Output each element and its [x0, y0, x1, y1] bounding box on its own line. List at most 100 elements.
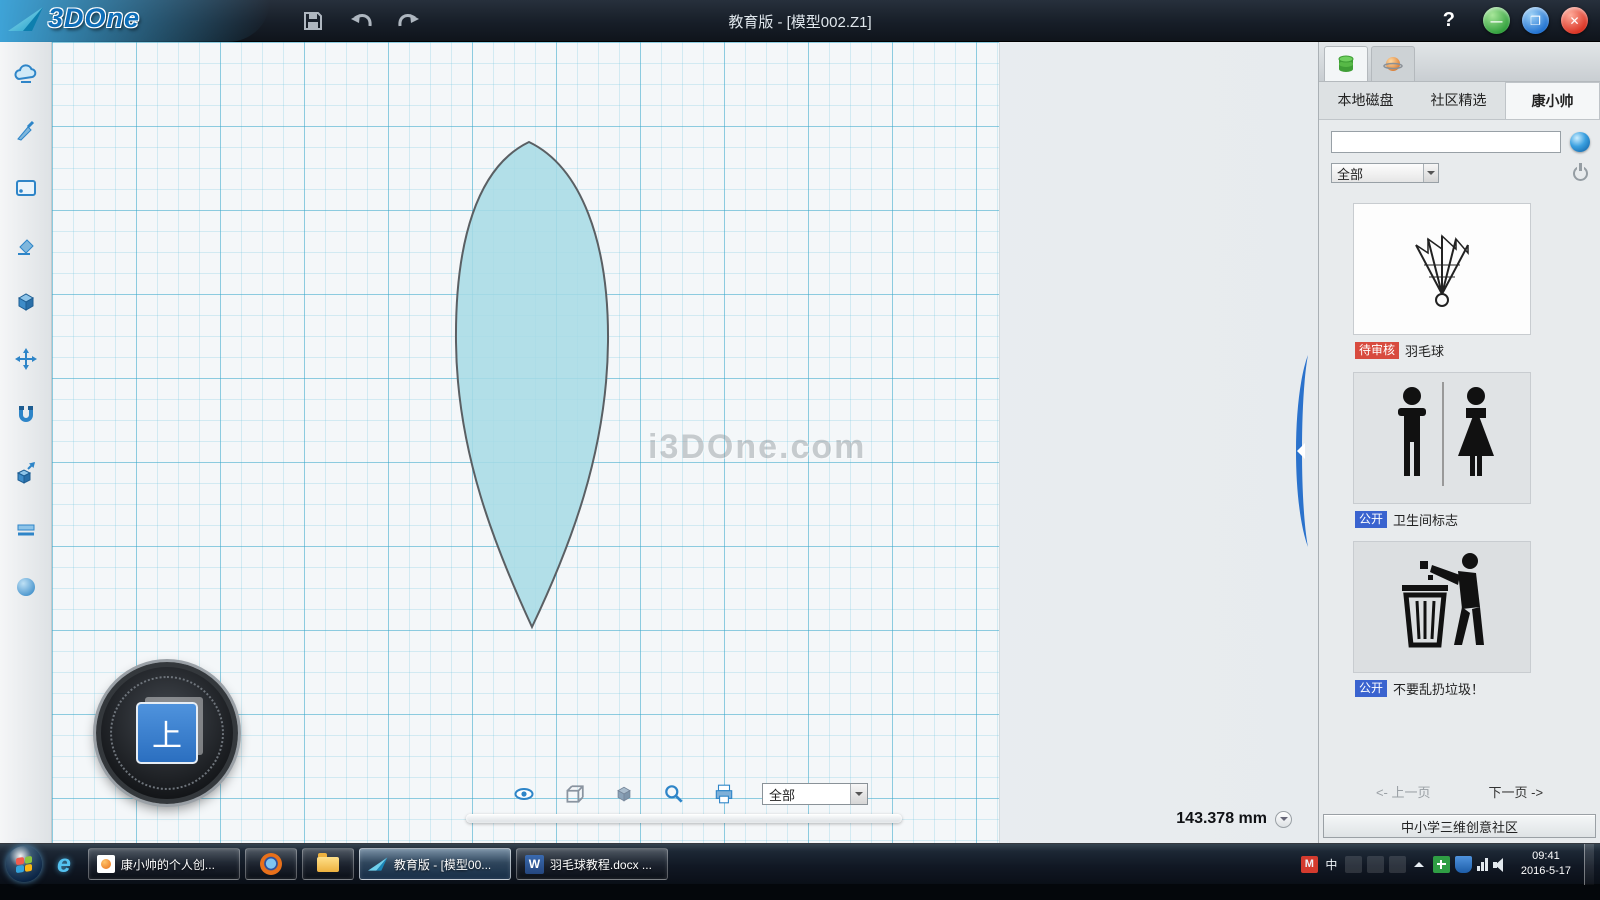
display-filter-select[interactable]: 全部 — [762, 783, 868, 805]
help-button[interactable]: ? — [1443, 9, 1455, 32]
taskbar-item-3done[interactable]: 教育版 - [模型00... — [359, 848, 511, 880]
viewport-canvas[interactable]: i3DOne.com 上 — [52, 42, 1318, 843]
magnifier-icon — [663, 783, 685, 805]
screen-bottom-strip — [0, 884, 1600, 900]
tray-icon[interactable] — [1367, 856, 1384, 873]
tool-magnet-button[interactable] — [9, 400, 43, 432]
paint-brush-icon — [13, 118, 39, 144]
view-cube-face-top[interactable]: 上 — [136, 702, 198, 764]
visibility-button[interactable] — [512, 782, 536, 806]
sphere-icon — [13, 574, 39, 600]
thumbnail-badminton[interactable] — [1353, 203, 1531, 335]
item-label[interactable]: 卫生间标志 — [1393, 510, 1458, 529]
save-button[interactable] — [300, 8, 326, 34]
next-page-button[interactable]: 下一页 -> — [1489, 782, 1544, 801]
sketch-plane-icon — [13, 175, 39, 201]
list-item[interactable]: 公开 不要乱扔垃圾！ — [1353, 541, 1600, 698]
print-button[interactable] — [712, 782, 736, 806]
tab-local-disk[interactable]: 本地磁盘 — [1319, 82, 1412, 119]
list-item[interactable]: 公开 卫生间标志 — [1353, 372, 1600, 529]
list-item[interactable]: 待审核 羽毛球 — [1353, 203, 1600, 360]
redo-button[interactable] — [396, 8, 422, 34]
taskbar-item-word[interactable]: W 羽毛球教程.docx ... — [516, 848, 668, 880]
show-desktop-button[interactable] — [1584, 844, 1594, 885]
eye-icon — [512, 784, 536, 804]
health-plus-tray-icon[interactable] — [1433, 856, 1450, 873]
close-button[interactable]: ✕ — [1561, 7, 1588, 34]
tray-icon[interactable] — [1345, 856, 1362, 873]
restroom-sign-image — [1354, 372, 1530, 504]
taskbar-item-explorer[interactable] — [302, 848, 354, 880]
thumbnail-no-litter[interactable] — [1353, 541, 1531, 673]
paper-plane-logo-icon — [8, 4, 44, 34]
screen: 3DOne 教育版 - [模型002. — [0, 0, 1600, 900]
start-button[interactable] — [6, 846, 42, 882]
filter-row: 全部 — [1319, 159, 1600, 191]
minimize-button[interactable]: — — [1483, 7, 1510, 34]
app-logo: 3DOne — [8, 3, 140, 34]
measurement-value: 143.378 mm — [1176, 810, 1267, 828]
network-icon[interactable] — [1477, 858, 1488, 871]
panel-icon-tabs — [1319, 42, 1600, 82]
item-label[interactable]: 羽毛球 — [1405, 341, 1444, 360]
tab-user[interactable]: 康小帅 — [1505, 82, 1600, 119]
tool-sketch-plane-button[interactable] — [9, 172, 43, 204]
move-arrows-icon — [13, 346, 39, 372]
community-link-button[interactable]: 中小学三维创意社区 — [1323, 814, 1596, 838]
tool-sphere-button[interactable] — [9, 571, 43, 603]
internet-explorer-button[interactable]: e — [57, 850, 71, 879]
taskbar-clock[interactable]: 09:41 2016-5-17 — [1521, 849, 1571, 879]
taskbar-item-firefox[interactable] — [245, 848, 297, 880]
watermark: i3DOne.com — [648, 428, 866, 467]
clock-time: 09:41 — [1521, 849, 1571, 864]
category-filter-value: 全部 — [1332, 164, 1423, 183]
tab-community-featured[interactable]: 社区精选 — [1412, 82, 1505, 119]
undo-button[interactable] — [348, 8, 374, 34]
item-label[interactable]: 不要乱扔垃圾！ — [1393, 679, 1484, 698]
shaded-view-button[interactable] — [612, 782, 636, 806]
security-shield-tray-icon[interactable] — [1455, 856, 1472, 873]
item-caption: 待审核 羽毛球 — [1355, 341, 1600, 360]
tool-extrude-button[interactable] — [9, 457, 43, 489]
tool-community-models-button[interactable] — [9, 58, 43, 90]
orange-ball-icon — [1382, 53, 1404, 75]
tab-community-resources[interactable] — [1371, 46, 1415, 81]
msn-tray-icon[interactable]: M — [1301, 856, 1318, 873]
tool-primitives-button[interactable] — [9, 286, 43, 318]
tray-icon[interactable] — [1389, 856, 1406, 873]
eraser-icon — [13, 232, 39, 258]
panel-collapse-handle[interactable] — [1288, 355, 1310, 547]
section-plane-icon — [13, 517, 39, 543]
search-input[interactable] — [1331, 131, 1561, 153]
measurement-dropdown-icon[interactable] — [1275, 811, 1292, 828]
tool-section-button[interactable] — [9, 514, 43, 546]
chevron-down-icon[interactable] — [850, 784, 867, 804]
status-badge: 公开 — [1355, 680, 1387, 698]
main-area: i3DOne.com 上 — [0, 42, 1600, 843]
zoom-button[interactable] — [662, 782, 686, 806]
ime-language-icon[interactable]: 中 — [1323, 856, 1340, 873]
chevron-down-icon[interactable] — [1423, 164, 1438, 182]
tool-move-button[interactable] — [9, 343, 43, 375]
tab-resource-library[interactable] — [1324, 46, 1368, 81]
thumbnail-restroom[interactable] — [1353, 372, 1531, 504]
volume-icon[interactable] — [1493, 857, 1508, 872]
wireframe-view-button[interactable] — [562, 782, 586, 806]
logo-text: 3DOne — [48, 3, 140, 34]
view-cube-widget[interactable]: 上 — [96, 662, 238, 804]
taskbar-item-browser-page[interactable]: 康小帅的个人创... — [88, 848, 240, 880]
tool-paint-button[interactable] — [9, 115, 43, 147]
community-models-icon — [12, 61, 40, 87]
folder-icon — [317, 857, 339, 872]
horizontal-scrollbar[interactable] — [466, 814, 902, 823]
tool-eraser-button[interactable] — [9, 229, 43, 261]
item-caption: 公开 不要乱扔垃圾！ — [1355, 679, 1600, 698]
search-button-icon[interactable] — [1570, 132, 1590, 152]
category-filter-select[interactable]: 全部 — [1331, 163, 1439, 183]
measurement-readout: 143.378 mm — [1176, 810, 1292, 828]
prev-page-button[interactable]: <- 上一页 — [1376, 782, 1431, 801]
resource-list: 待审核 羽毛球 — [1319, 191, 1600, 710]
hidden-icons-arrow[interactable] — [1411, 856, 1428, 873]
refresh-power-icon[interactable] — [1573, 166, 1588, 181]
maximize-button[interactable]: ❐ — [1522, 7, 1549, 34]
